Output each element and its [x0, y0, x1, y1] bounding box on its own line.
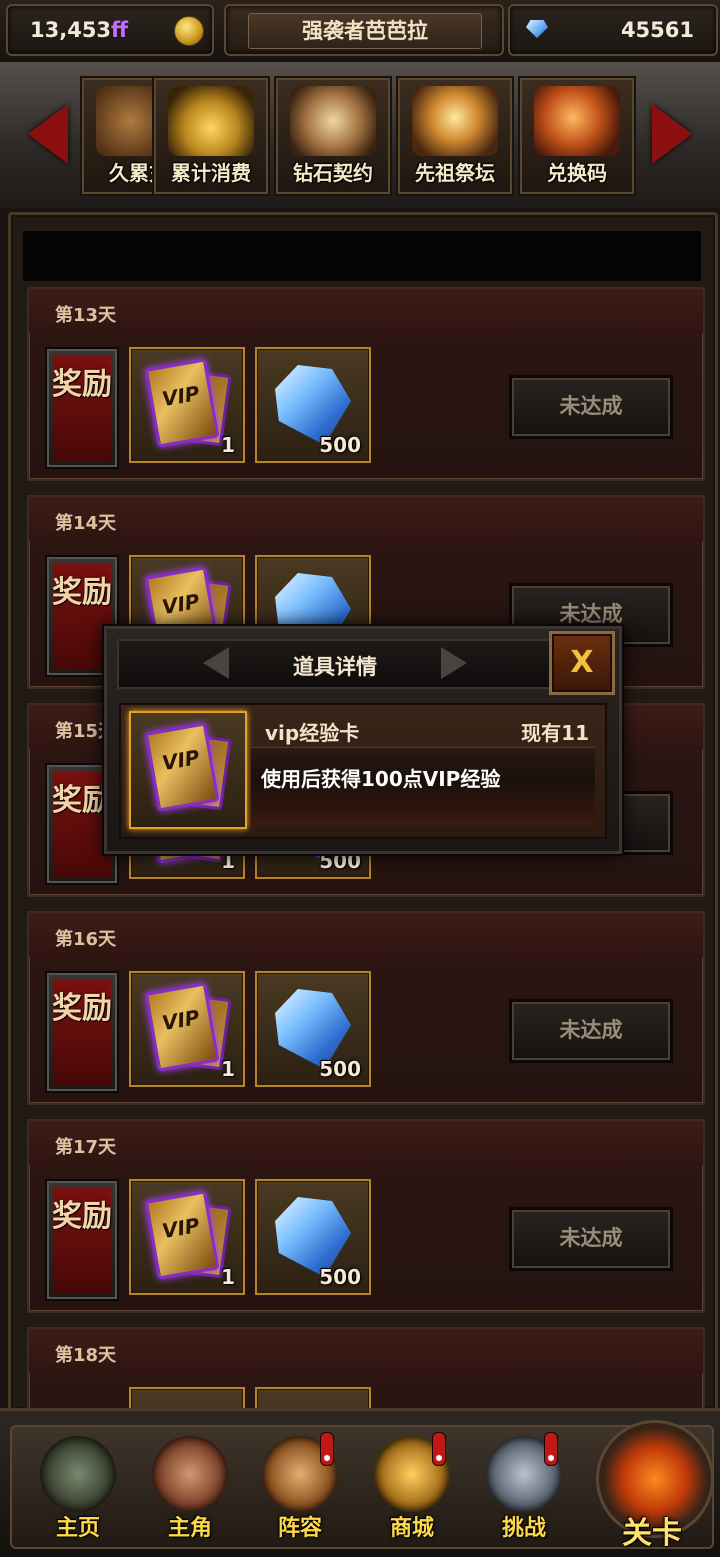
player-name-box: 强袭者芭芭拉	[224, 4, 504, 56]
alert-icon	[320, 1432, 334, 1466]
list-item: 第13天 奖励 VIP 1 500 未达成	[27, 287, 705, 481]
diamond-counter[interactable]: 45561	[508, 4, 718, 56]
reward-tag: 奖励	[45, 1179, 119, 1301]
claim-status-button[interactable]: 未达成	[509, 375, 673, 439]
tab-label: 累计消费	[171, 161, 251, 185]
tab-label: 兑换码	[547, 161, 607, 185]
nav-stages[interactable]: 关卡	[584, 1412, 720, 1554]
tab-redeem-code[interactable]: 兑换码	[518, 76, 636, 196]
gold-coins-icon	[168, 86, 254, 156]
modal-header: 道具详情	[117, 639, 553, 689]
day-title: 第17天	[55, 1137, 117, 1158]
gold-counter[interactable]: 13,453ff	[6, 4, 214, 56]
reward-tag: 奖励	[45, 971, 119, 1093]
item-name: vip经验卡	[265, 721, 360, 745]
scroll-right-arrow-icon[interactable]	[652, 104, 692, 164]
diamond-slot[interactable]: 500	[255, 971, 371, 1087]
nav-challenge[interactable]: 挑战	[474, 1426, 574, 1546]
list-item: 第18天	[27, 1327, 705, 1409]
orb-icon	[534, 86, 620, 156]
item-detail-modal: 道具详情 X VIP vip经验卡 现有11 使用后获得100点VIP经验	[104, 626, 622, 854]
list-item: 第17天 奖励 VIP 1 500 未达成	[27, 1119, 705, 1313]
close-button[interactable]: X	[549, 631, 615, 695]
alert-icon	[544, 1432, 558, 1466]
player-name: 强袭者芭芭拉	[248, 13, 482, 49]
item-quantity: 1	[221, 1265, 235, 1289]
nav-hero[interactable]: 主角	[140, 1426, 240, 1546]
item-quantity: 500	[319, 1265, 361, 1289]
hero-portrait-icon	[152, 1436, 228, 1512]
day-title: 第13天	[55, 305, 117, 326]
contract-book-icon	[290, 86, 376, 156]
day-title: 第16天	[55, 929, 117, 950]
item-detail-body: VIP vip经验卡 现有11 使用后获得100点VIP经验	[119, 703, 607, 839]
diamond-slot[interactable]: 500	[255, 1179, 371, 1295]
reward-tag: 奖励	[45, 347, 119, 469]
top-currency-bar: 13,453ff 强袭者芭芭拉 45561	[0, 0, 720, 64]
day-title: 第18天	[55, 1345, 117, 1366]
day-title: 第14天	[55, 513, 117, 534]
altar-icon	[412, 86, 498, 156]
diamond-slot[interactable]: 500	[255, 347, 371, 463]
nav-lineup[interactable]: 阵容	[250, 1426, 350, 1546]
tab-label: 先祖祭坛	[415, 161, 495, 185]
item-description: 使用后获得100点VIP经验	[261, 767, 501, 791]
castle-icon	[40, 1436, 116, 1512]
claim-status-button[interactable]: 未达成	[509, 999, 673, 1063]
panel-header-band	[23, 231, 701, 281]
list-item: 第16天 奖励 VIP 1 500 未达成	[27, 911, 705, 1105]
tab-ancestor-altar[interactable]: 先祖祭坛	[396, 76, 514, 196]
item-icon-slot: VIP	[129, 711, 247, 829]
tab-cumulative-spend[interactable]: 累计消费	[152, 76, 270, 196]
scroll-left-arrow-icon[interactable]	[28, 104, 68, 164]
item-quantity: 1	[221, 433, 235, 457]
vip-card-slot[interactable]: VIP 1	[129, 1179, 245, 1295]
nav-shop[interactable]: 商城	[362, 1426, 462, 1546]
item-quantity: 500	[319, 1057, 361, 1081]
vip-card-slot[interactable]: VIP 1	[129, 347, 245, 463]
claim-status-button[interactable]: 未达成	[509, 1207, 673, 1271]
alert-icon	[432, 1432, 446, 1466]
gold-coin-icon	[174, 16, 204, 46]
gold-amount: 13,453ff	[30, 18, 129, 42]
tab-label: 钻石契约	[293, 161, 373, 185]
item-quantity: 500	[319, 433, 361, 457]
diamond-amount: 45561	[620, 18, 694, 42]
ornament-icon	[441, 647, 467, 679]
diamond-icon	[526, 20, 548, 38]
nav-home[interactable]: 主页	[28, 1426, 128, 1546]
modal-title: 道具详情	[293, 655, 377, 679]
tab-diamond-contract[interactable]: 钻石契约	[274, 76, 392, 196]
vip-card-slot[interactable]: VIP 1	[129, 971, 245, 1087]
item-quantity: 1	[221, 1057, 235, 1081]
item-owned-count: 现有11	[521, 721, 589, 745]
